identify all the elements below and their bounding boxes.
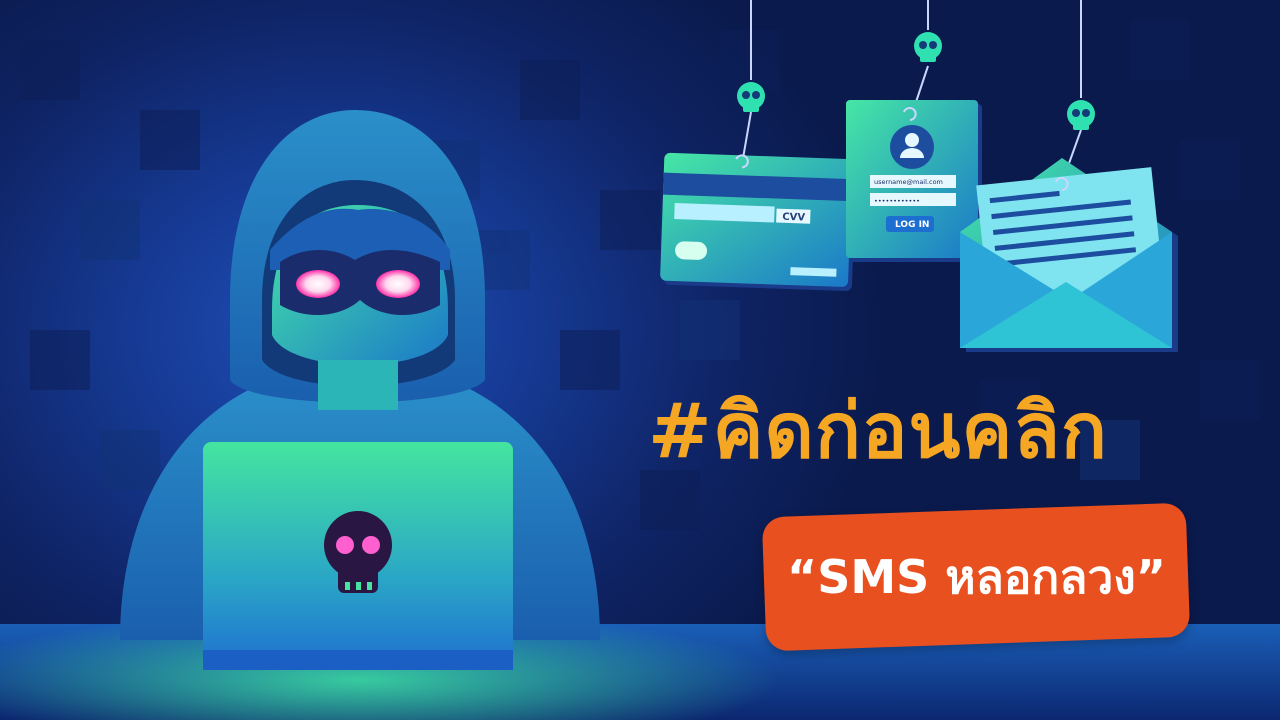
banner: “SMS หลอกลวง” (761, 502, 1191, 652)
hashtag-title: #คิดก่อนคลิก (648, 386, 1108, 475)
banner-text: “SMS หลอกลวง” (786, 549, 1166, 604)
cvv-label: CVV (782, 212, 805, 224)
credit-card: CVV (660, 152, 857, 292)
username-field: username@mail.com (874, 178, 943, 186)
left-eye (296, 270, 340, 298)
laptop (203, 442, 513, 670)
poster: CVV username@mail.com •••••••••••• LOG I… (0, 0, 1280, 720)
right-eye (376, 270, 420, 298)
login-button: LOG IN (895, 220, 929, 230)
password-field: •••••••••••• (874, 197, 920, 205)
envelope (960, 158, 1178, 352)
